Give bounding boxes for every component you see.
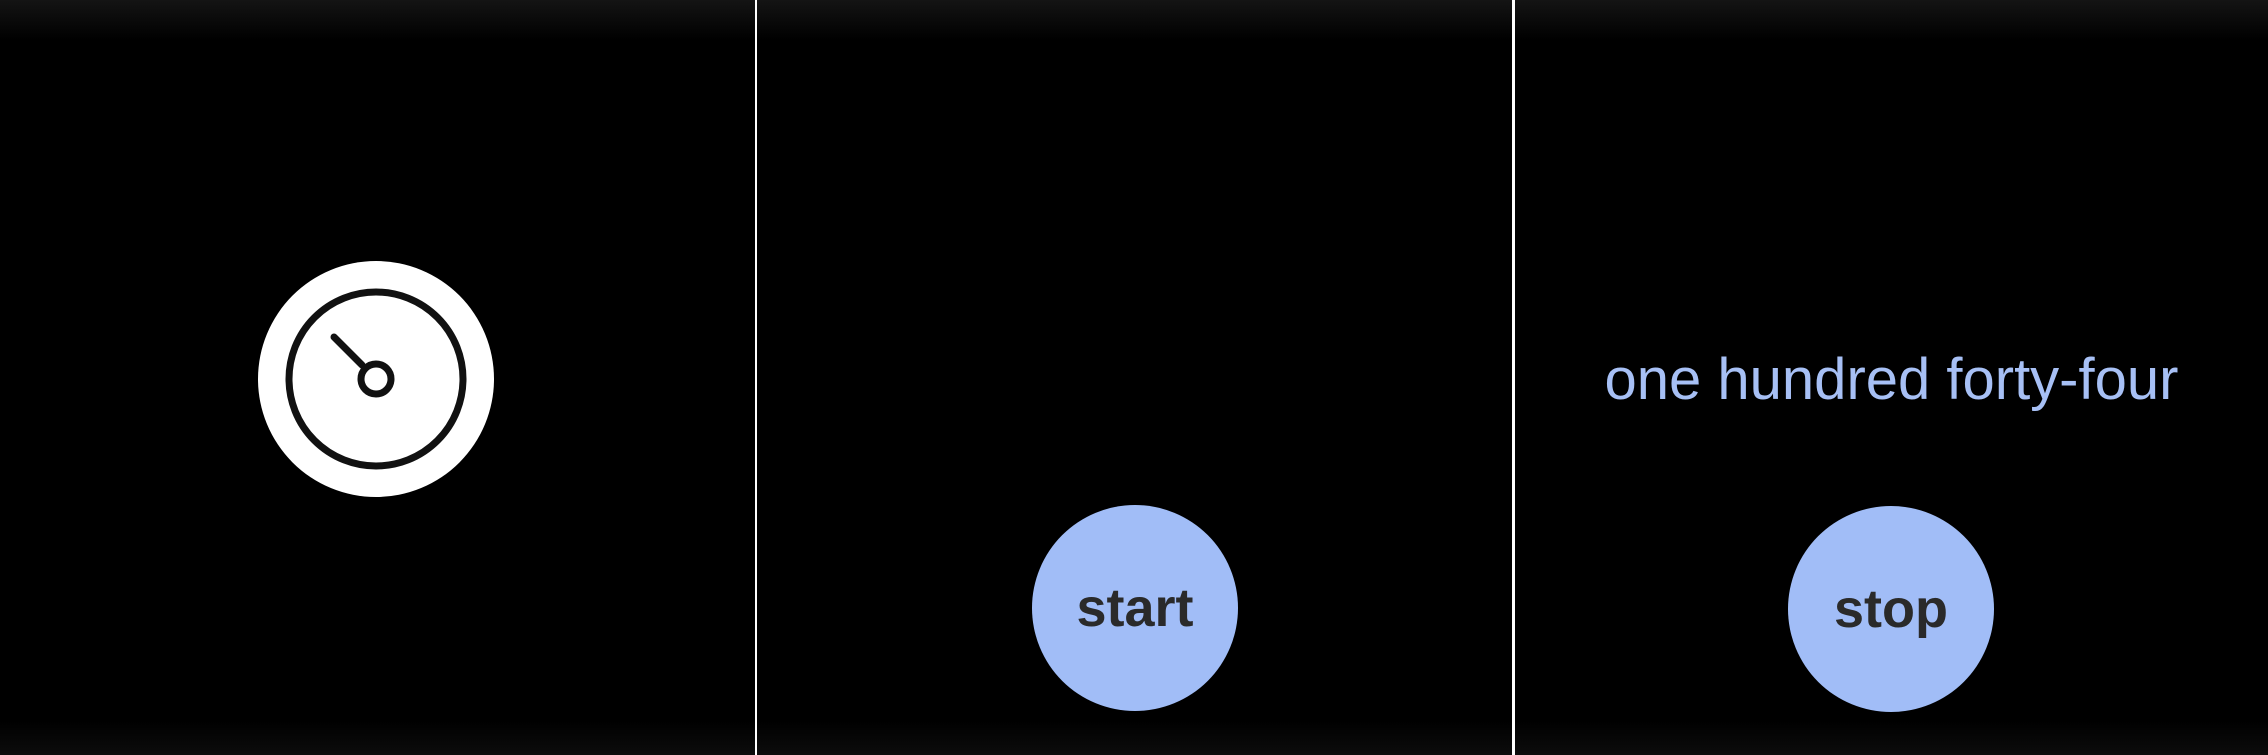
- stopwatch-icon: [285, 288, 467, 470]
- stopwatch-app-launcher[interactable]: [258, 261, 494, 497]
- stop-button[interactable]: stop: [1788, 506, 1994, 712]
- watch-screen-home: [0, 0, 755, 755]
- watch-screen-running: one hundred forty-four stop: [1515, 0, 2268, 755]
- start-button[interactable]: start: [1032, 505, 1238, 711]
- screenshot-strip: start one hundred forty-four stop: [0, 0, 2268, 755]
- spoken-count-text: one hundred forty-four: [1604, 347, 2179, 412]
- watch-screen-ready: start: [757, 0, 1512, 755]
